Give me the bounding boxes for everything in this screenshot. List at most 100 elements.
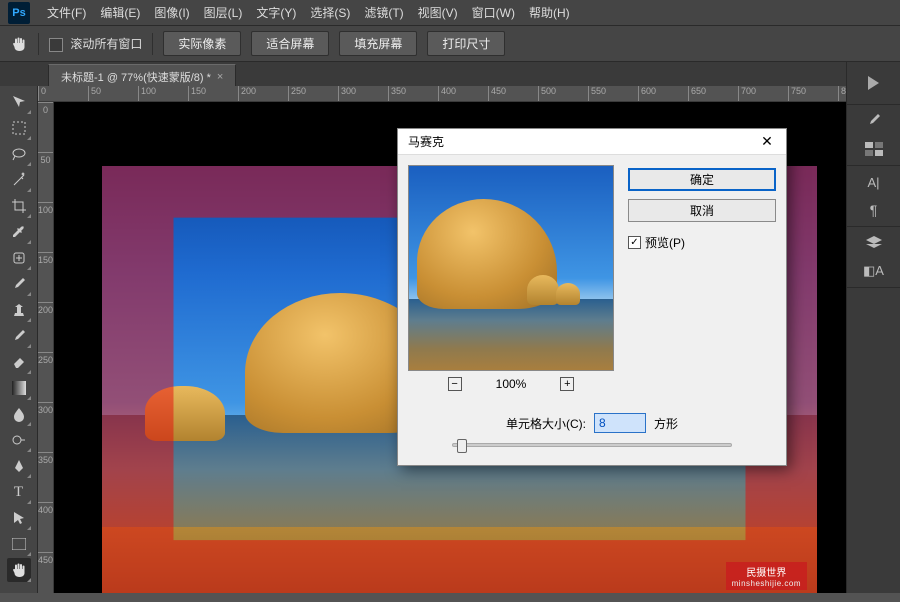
ruler-tick: 0 [38,86,88,102]
brush-tool[interactable] [7,272,31,296]
dialog-titlebar[interactable]: 马赛克 ✕ [398,129,786,155]
swatches-panel-icon[interactable] [863,139,885,159]
menu-select[interactable]: 选择(S) [303,4,357,21]
close-icon[interactable]: ✕ [752,132,782,152]
preview-checkbox[interactable]: ✓ 预览(P) [628,230,776,251]
fill-screen-button[interactable]: 填充屏幕 [339,31,417,56]
menu-view[interactable]: 视图(V) [411,4,465,21]
scroll-all-windows-checkbox[interactable]: 滚动所有窗口 [49,35,142,52]
checkbox-icon [49,38,63,52]
ruler-tick: 150 [38,252,53,302]
character-panel-icon[interactable]: A| [863,172,885,192]
lasso-tool[interactable] [7,142,31,166]
app-logo: Ps [8,2,30,24]
menu-edit[interactable]: 编辑(E) [93,4,147,21]
cell-size-slider[interactable] [452,443,732,447]
ruler-tick: 450 [488,86,538,102]
ruler-tick: 800 [838,86,846,102]
watermark: 民摄世界 minsheshijie.com [726,562,807,590]
fit-screen-button[interactable]: 适合屏幕 [251,31,329,56]
preview-image[interactable] [408,165,614,371]
menu-filter[interactable]: 滤镜(T) [357,4,410,21]
clone-stamp-tool[interactable] [7,298,31,322]
menu-file[interactable]: 文件(F) [40,4,93,21]
cancel-button[interactable]: 取消 [628,199,776,222]
crop-tool[interactable] [7,194,31,218]
scroll-all-label: 滚动所有窗口 [70,37,142,51]
healing-brush-tool[interactable] [7,246,31,270]
ruler-tick: 700 [738,86,788,102]
play-icon[interactable] [868,76,879,90]
tab-bar: 未标题-1 @ 77%(快速蒙版/8) * × [0,62,900,86]
cell-size-input[interactable] [594,413,646,433]
marquee-tool[interactable] [7,116,31,140]
dialog-preview: − 100% + [408,165,614,397]
menu-help[interactable]: 帮助(H) [522,4,577,21]
menu-bar: Ps 文件(F) 编辑(E) 图像(I) 图层(L) 文字(Y) 选择(S) 滤… [0,0,900,26]
mosaic-dialog: 马赛克 ✕ − 100% + 确定 取消 ✓ 预览(P) 单元格大小(C): [397,128,787,466]
ruler-tick: 400 [438,86,488,102]
right-panels: A| ¶ ◧A [846,62,900,593]
ok-button[interactable]: 确定 [628,168,776,191]
ruler-tick: 0 [38,102,53,152]
layers-panel-icon[interactable] [863,233,885,253]
hand-tool-icon[interactable] [10,35,28,53]
ruler-tick: 300 [338,86,388,102]
cell-size-label: 单元格大小(C): [506,415,586,432]
pen-tool[interactable] [7,454,31,478]
type-tool[interactable]: T [7,480,31,504]
dodge-tool[interactable] [7,428,31,452]
ruler-tick: 450 [38,552,53,602]
dialog-title: 马赛克 [408,133,444,150]
hand-tool[interactable] [7,558,31,582]
adjustments-panel-icon[interactable]: ◧A [863,261,885,281]
slider-thumb[interactable] [457,439,467,453]
ruler-tick: 300 [38,402,53,452]
brush-panel-icon[interactable] [863,111,885,131]
watermark-text: 民摄世界 [746,568,786,579]
menu-image[interactable]: 图像(I) [147,4,196,21]
history-brush-tool[interactable] [7,324,31,348]
ruler-tick: 350 [38,452,53,502]
print-size-button[interactable]: 打印尺寸 [427,31,505,56]
ruler-tick: 200 [38,302,53,352]
ruler-tick: 100 [138,86,188,102]
ruler-tick: 550 [588,86,638,102]
rectangle-tool[interactable] [7,532,31,556]
zoom-out-button[interactable]: − [448,377,462,391]
ruler-tick: 350 [388,86,438,102]
gradient-tool[interactable] [7,376,31,400]
document-tab[interactable]: 未标题-1 @ 77%(快速蒙版/8) * × [48,64,236,86]
cell-size-unit: 方形 [654,415,678,432]
move-tool[interactable] [7,90,31,114]
menu-layer[interactable]: 图层(L) [197,4,250,21]
magic-wand-tool[interactable] [7,168,31,192]
document-tab-title: 未标题-1 @ 77%(快速蒙版/8) * [61,69,211,85]
path-selection-tool[interactable] [7,506,31,530]
blur-tool[interactable] [7,402,31,426]
menu-type[interactable]: 文字(Y) [249,4,303,21]
close-tab-icon[interactable]: × [217,71,223,83]
ruler-tick: 50 [38,152,53,202]
watermark-sub: minsheshijie.com [732,579,801,588]
separator [38,33,39,55]
zoom-in-button[interactable]: + [560,377,574,391]
ruler-tick: 100 [38,202,53,252]
ruler-tick: 250 [38,352,53,402]
ruler-tick: 750 [788,86,838,102]
ruler-tick: 400 [38,502,53,552]
ruler-tick: 650 [688,86,738,102]
options-bar: 滚动所有窗口 实际像素 适合屏幕 填充屏幕 打印尺寸 [0,26,900,62]
eyedropper-tool[interactable] [7,220,31,244]
actual-pixels-button[interactable]: 实际像素 [163,31,241,56]
ruler-tick: 150 [188,86,238,102]
preview-label: 预览(P) [645,234,685,251]
ruler-tick: 500 [538,86,588,102]
ruler-tick: 200 [238,86,288,102]
checkbox-icon: ✓ [628,236,641,249]
eraser-tool[interactable] [7,350,31,374]
paragraph-panel-icon[interactable]: ¶ [863,200,885,220]
tools-panel: T [0,86,38,593]
ruler-tick: 50 [88,86,138,102]
menu-window[interactable]: 窗口(W) [465,4,522,21]
